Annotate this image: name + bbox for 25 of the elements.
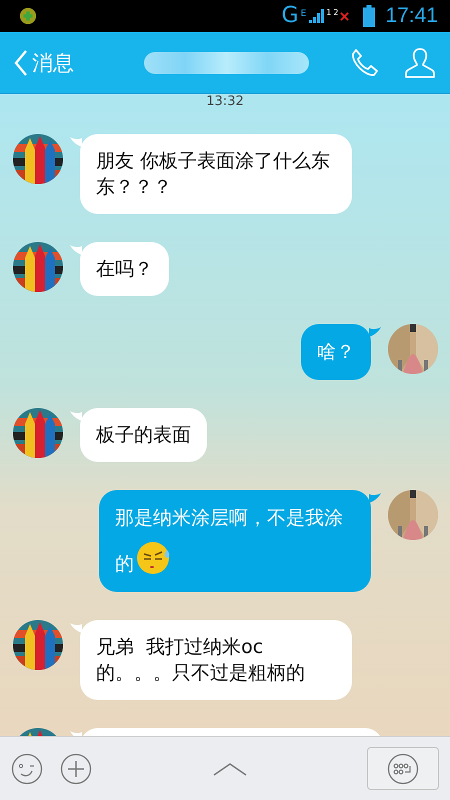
app-icon: [19, 7, 37, 25]
message-text: 在吗？: [96, 258, 153, 280]
message-text: 朋友 你板子表面涂了什么东东？？？: [96, 150, 330, 198]
sim-label: 2: [333, 8, 338, 17]
timestamp: 13:32: [205, 95, 245, 109]
signal-icon: [308, 8, 324, 24]
network-type-label: E: [300, 9, 306, 19]
add-button[interactable]: [60, 752, 92, 784]
expand-icon[interactable]: [212, 762, 246, 776]
back-button[interactable]: 消息: [14, 48, 74, 76]
back-icon: [14, 50, 28, 76]
profile-icon[interactable]: [404, 46, 436, 78]
keyboard-button[interactable]: [367, 747, 439, 790]
no-signal-icon: [340, 12, 350, 20]
message-text: 那是纳米涂层啊，不是我涂的: [115, 507, 343, 575]
keyboard-icon: [387, 752, 419, 784]
phone-icon[interactable]: [349, 48, 379, 78]
sim-label: 1: [326, 8, 332, 17]
message-text: 兄弟 我打过纳米oc的。。。只不过是粗柄的: [96, 636, 305, 684]
message-text: 啥？: [317, 341, 355, 363]
emoji-button[interactable]: [11, 752, 43, 784]
network-label: G: [282, 5, 299, 27]
clock: 17:41: [385, 4, 438, 28]
battery-icon: [363, 5, 376, 27]
message-text: 板子的表面: [96, 424, 191, 446]
